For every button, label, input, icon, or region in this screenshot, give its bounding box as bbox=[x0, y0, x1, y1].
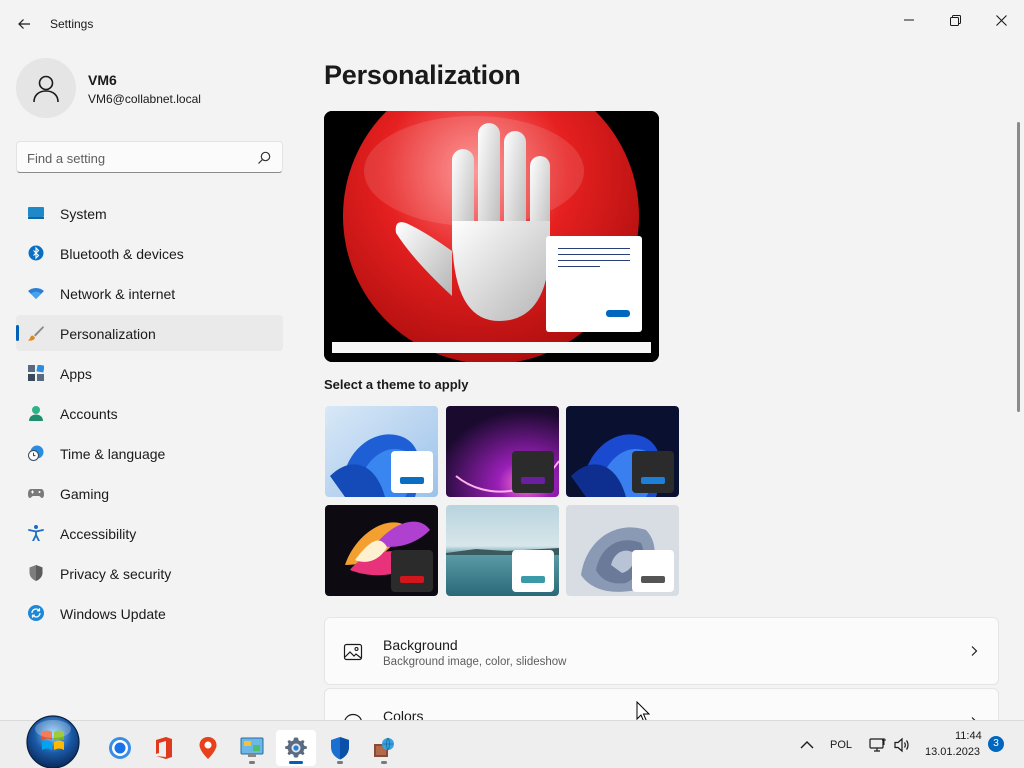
map-pin-icon bbox=[199, 737, 217, 759]
sidebar-item-label: Bluetooth & devices bbox=[60, 246, 184, 262]
sidebar-item-label: Privacy & security bbox=[60, 566, 172, 582]
sidebar-nav: System Bluetooth & devices Network & int… bbox=[16, 195, 283, 635]
system-icon bbox=[28, 207, 44, 219]
mini-window bbox=[632, 451, 674, 493]
sidebar-item-accessibility[interactable]: Accessibility bbox=[16, 515, 283, 551]
theme-preview bbox=[324, 111, 659, 362]
notification-badge[interactable]: 3 bbox=[988, 736, 1004, 752]
clock-time[interactable]: 11:44 bbox=[955, 730, 982, 742]
title-bar: Settings bbox=[0, 0, 1024, 48]
user-icon bbox=[33, 75, 59, 103]
mini-window bbox=[632, 550, 674, 592]
close-button[interactable] bbox=[978, 4, 1024, 36]
language-indicator[interactable]: POL bbox=[830, 739, 852, 751]
sidebar-item-network[interactable]: Network & internet bbox=[16, 275, 283, 311]
office-icon bbox=[156, 737, 172, 759]
sidebar-item-label: System bbox=[60, 206, 107, 222]
chrome-icon bbox=[109, 737, 131, 759]
control-panel-icon bbox=[240, 737, 264, 757]
shield-icon bbox=[29, 565, 43, 581]
taskbar-app-network-tool[interactable] bbox=[364, 730, 404, 766]
sidebar-item-label: Gaming bbox=[60, 486, 110, 502]
user-profile[interactable]: VM6 VM6@collabnet.local bbox=[16, 56, 286, 120]
taskbar: POL 11:44 13.01.2023 3 bbox=[0, 720, 1024, 768]
sidebar-item-label: Accessibility bbox=[60, 526, 137, 542]
minimize-icon bbox=[904, 19, 914, 21]
avatar bbox=[16, 58, 76, 118]
defender-shield-icon bbox=[331, 737, 349, 760]
minimize-button[interactable] bbox=[886, 4, 932, 36]
taskbar-app-settings[interactable] bbox=[276, 730, 316, 766]
page-title: Personalization bbox=[324, 60, 521, 90]
theme-windows-light[interactable] bbox=[325, 406, 438, 497]
taskbar-app-control-panel[interactable] bbox=[232, 730, 272, 766]
content-scrollbar[interactable] bbox=[1017, 122, 1020, 412]
background-card-subtitle: Background image, color, slideshow bbox=[383, 656, 567, 668]
user-email: VM6@collabnet.local bbox=[88, 92, 201, 106]
taskbar-app-defender[interactable] bbox=[320, 730, 360, 766]
theme-windows-dark[interactable] bbox=[566, 406, 679, 497]
restore-icon bbox=[949, 14, 961, 26]
accounts-icon bbox=[29, 406, 43, 421]
wifi-icon bbox=[28, 288, 44, 299]
search-input[interactable] bbox=[27, 149, 247, 167]
brush-icon bbox=[28, 326, 44, 341]
clock-globe-icon bbox=[28, 445, 44, 461]
background-card-title: Background bbox=[383, 637, 458, 653]
mini-window bbox=[391, 451, 433, 493]
theme-captured-motion[interactable] bbox=[325, 505, 438, 596]
sidebar-item-system[interactable]: System bbox=[16, 195, 283, 231]
sidebar-item-label: Windows Update bbox=[60, 606, 166, 622]
preview-window bbox=[546, 236, 642, 332]
network-globe-icon bbox=[374, 737, 394, 757]
user-name: VM6 bbox=[88, 72, 117, 88]
back-button[interactable] bbox=[12, 12, 36, 36]
background-card[interactable]: Background Background image, color, slid… bbox=[324, 617, 999, 685]
sidebar-item-accounts[interactable]: Accounts bbox=[16, 395, 283, 431]
sidebar-item-apps[interactable]: Apps bbox=[16, 355, 283, 391]
mini-window bbox=[512, 451, 554, 493]
chevron-right-icon bbox=[971, 646, 978, 656]
sidebar-item-personalization[interactable]: Personalization bbox=[16, 315, 283, 351]
taskbar-app-maps[interactable] bbox=[188, 730, 228, 766]
gear-icon bbox=[285, 737, 307, 758]
theme-sunrise[interactable] bbox=[446, 505, 559, 596]
apps-icon bbox=[28, 365, 44, 381]
themes-label: Select a theme to apply bbox=[324, 377, 469, 392]
search-icon[interactable] bbox=[256, 150, 272, 166]
gamepad-icon bbox=[28, 489, 44, 498]
close-icon bbox=[995, 14, 1007, 26]
app-title: Settings bbox=[50, 17, 94, 31]
theme-glow[interactable] bbox=[446, 406, 559, 497]
sidebar-item-time-language[interactable]: Time & language bbox=[16, 435, 283, 471]
chevron-up-icon[interactable] bbox=[798, 736, 816, 754]
sidebar-item-label: Accounts bbox=[60, 406, 118, 422]
mini-window bbox=[391, 550, 433, 592]
taskbar-app-chrome[interactable] bbox=[100, 730, 140, 766]
update-icon bbox=[28, 605, 44, 621]
start-orb-icon[interactable] bbox=[20, 712, 86, 768]
arrow-left-icon bbox=[18, 19, 30, 29]
search-box[interactable] bbox=[16, 141, 283, 173]
theme-grid bbox=[325, 406, 679, 596]
bluetooth-icon bbox=[28, 245, 44, 261]
sidebar-item-label: Network & internet bbox=[60, 286, 176, 302]
sidebar-item-windows-update[interactable]: Windows Update bbox=[16, 595, 283, 631]
preview-taskbar bbox=[332, 342, 651, 353]
taskbar-app-office[interactable] bbox=[144, 730, 184, 766]
theme-flow[interactable] bbox=[566, 505, 679, 596]
volume-icon[interactable] bbox=[893, 736, 911, 754]
clock-date[interactable]: 13.01.2023 bbox=[925, 746, 980, 758]
network-status-icon[interactable] bbox=[869, 736, 887, 754]
mini-window bbox=[512, 550, 554, 592]
picture-icon bbox=[343, 643, 363, 661]
sidebar-item-privacy-security[interactable]: Privacy & security bbox=[16, 555, 283, 591]
sidebar-item-bluetooth[interactable]: Bluetooth & devices bbox=[16, 235, 283, 271]
restore-button[interactable] bbox=[932, 4, 978, 36]
sidebar-item-label: Time & language bbox=[60, 446, 166, 462]
sidebar-item-label: Apps bbox=[60, 366, 92, 382]
accessibility-icon bbox=[28, 525, 44, 541]
sidebar-item-label: Personalization bbox=[60, 326, 156, 342]
sidebar-item-gaming[interactable]: Gaming bbox=[16, 475, 283, 511]
